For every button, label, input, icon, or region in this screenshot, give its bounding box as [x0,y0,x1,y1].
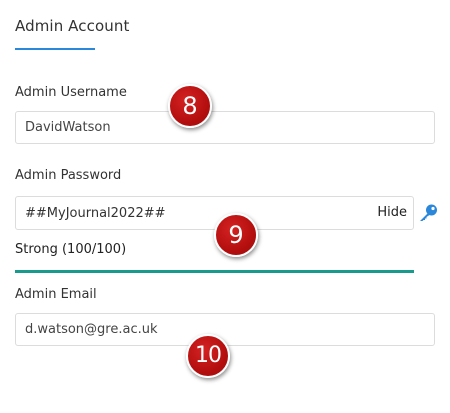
step-marker-9: 9 [214,213,258,257]
password-label: Admin Password [15,168,122,183]
step-marker-10: 10 [186,334,230,378]
password-field: Hide [15,196,414,230]
password-strength-fill [15,270,414,273]
section-title: Admin Account [15,17,130,35]
hide-password-toggle[interactable]: Hide [377,205,407,220]
key-icon[interactable] [417,203,439,223]
username-label: Admin Username [15,85,127,100]
section-title-underline [15,48,95,50]
step-marker-8: 8 [168,84,212,128]
password-input[interactable] [16,197,356,229]
username-input[interactable] [15,111,435,144]
password-strength-text: Strong (100/100) [15,242,127,257]
email-label: Admin Email [15,287,97,302]
password-strength-bar [15,270,414,273]
